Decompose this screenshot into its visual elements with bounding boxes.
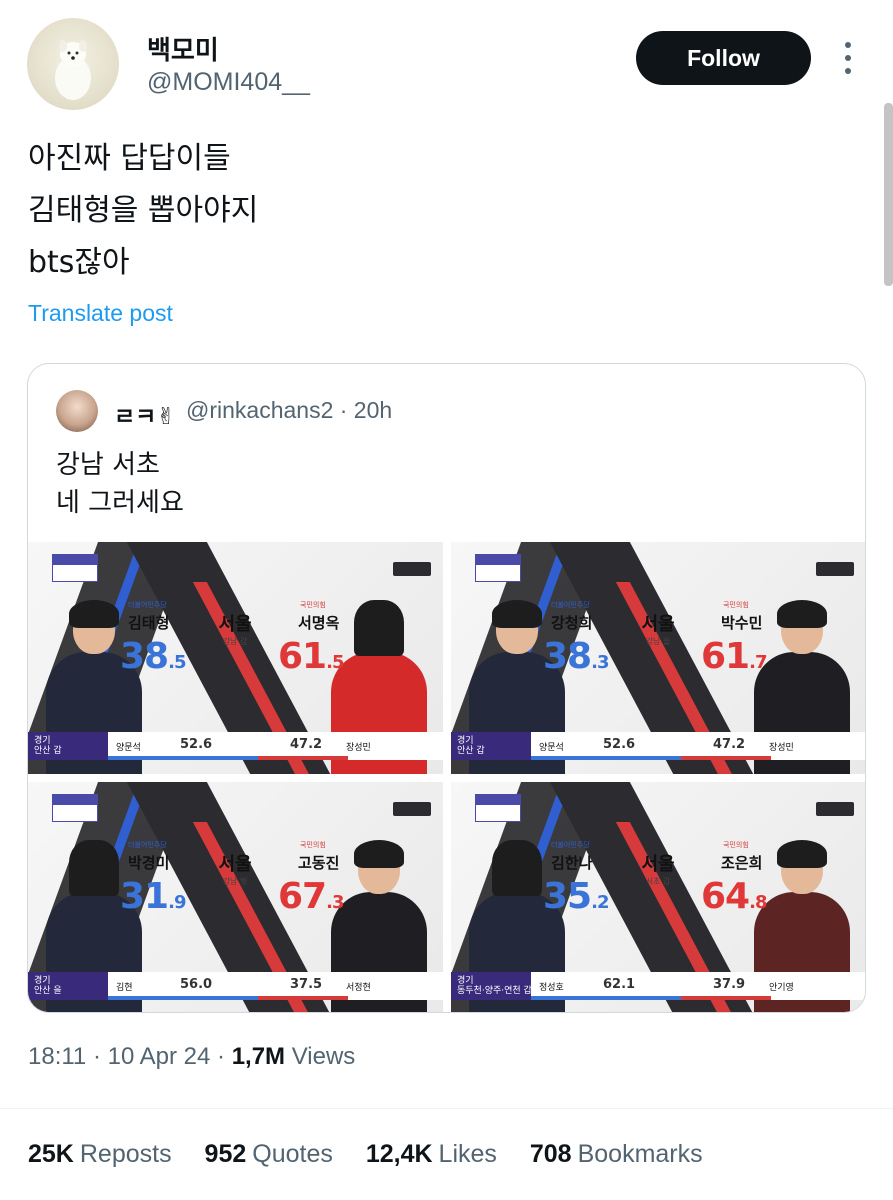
right-party: 국민의힘 bbox=[723, 841, 749, 849]
tweet-line: bts잖아 bbox=[28, 245, 130, 280]
views-count: 1,7M bbox=[231, 1043, 286, 1070]
quote-author-name: ㄹㅋ✌ bbox=[114, 404, 176, 430]
broadcaster-logo bbox=[816, 802, 854, 816]
views-label: Views bbox=[285, 1043, 356, 1070]
tweet-line: 김태형을 뽑아야지 bbox=[28, 193, 259, 228]
left-percentage: 38.3 bbox=[543, 636, 610, 677]
right-candidate-name: 고동진 bbox=[298, 854, 340, 872]
right-percentage: 67.3 bbox=[278, 876, 345, 917]
result-ticker: 경기 안산 갑 양문석 52.6 47.2 장성민 bbox=[451, 732, 865, 760]
tweet-line: 아진짜 답답이들 bbox=[28, 141, 231, 176]
left-party: 더불어민주당 bbox=[128, 601, 167, 609]
tweet-text: 아진짜 답답이들 김태형을 뽑아야지 bts잖아 bbox=[28, 133, 258, 289]
info-box bbox=[52, 554, 98, 582]
broadcaster-logo bbox=[393, 562, 431, 576]
quoted-tweet[interactable]: ㄹㅋ✌ @rinkachans2 · 20h 강남 서초 네 그러세요 더불어민… bbox=[27, 363, 866, 1013]
right-percentage: 61.5 bbox=[278, 636, 345, 677]
district-label: 서울 강남 을 bbox=[641, 614, 675, 646]
district-label: 서울 서초 갑 bbox=[641, 854, 675, 886]
left-candidate-name: 박경미 bbox=[128, 854, 170, 872]
post-timestamp[interactable]: 18:11 · 10 Apr 24 · 1,7M Views bbox=[28, 1043, 355, 1071]
reposts-stat[interactable]: 25K Reposts bbox=[28, 1140, 172, 1169]
quote-line: 강남 서초 bbox=[56, 450, 160, 480]
right-party: 국민의힘 bbox=[723, 601, 749, 609]
author-display-name[interactable]: 백모미 bbox=[147, 30, 219, 67]
left-percentage: 31.9 bbox=[120, 876, 187, 917]
info-box bbox=[475, 794, 521, 822]
right-party: 국민의힘 bbox=[300, 841, 326, 849]
result-ticker: 경기 안산 을 김현 56.0 37.5 서정현 bbox=[28, 972, 443, 1000]
left-party: 더불어민주당 bbox=[551, 601, 590, 609]
broadcaster-logo bbox=[393, 802, 431, 816]
result-ticker: 경기 동두천·양주·연천 갑 정성호 62.1 37.9 안기영 bbox=[451, 972, 865, 1000]
left-candidate-name: 강청희 bbox=[551, 614, 593, 632]
left-candidate-name: 김태형 bbox=[128, 614, 170, 632]
quote-text: 강남 서초 네 그러세요 bbox=[56, 446, 184, 522]
translate-post-link[interactable]: Translate post bbox=[28, 300, 173, 327]
right-party: 국민의힘 bbox=[300, 601, 326, 609]
district-label: 서울 강남 갑 bbox=[218, 614, 252, 646]
quote-handle-time: @rinkachans2 · 20h bbox=[186, 397, 393, 423]
post-time[interactable]: 18:11 · 10 Apr 24 · bbox=[28, 1043, 232, 1070]
media-grid: 더불어민주당 김태형 38.5 서울 강남 갑 국민의힘 서명옥 61.5 경기 안… bbox=[28, 542, 865, 1012]
left-percentage: 35.2 bbox=[543, 876, 610, 917]
quotes-stat[interactable]: 952 Quotes bbox=[205, 1140, 333, 1169]
result-ticker: 경기 안산 갑 양문석 52.6 47.2 장성민 bbox=[28, 732, 443, 760]
right-candidate-name: 조은희 bbox=[721, 854, 763, 872]
scrollbar-thumb[interactable] bbox=[884, 103, 893, 286]
author-avatar[interactable] bbox=[27, 18, 119, 110]
author-handle[interactable]: @MOMI404__ bbox=[147, 68, 310, 97]
engagement-stats: 25K Reposts 952 Quotes 12,4K Likes 708 Bookm… bbox=[28, 1140, 729, 1169]
left-party: 더불어민주당 bbox=[551, 841, 590, 849]
left-percentage: 38.5 bbox=[120, 636, 187, 677]
divider bbox=[0, 1108, 893, 1109]
quote-author-avatar bbox=[56, 390, 98, 432]
likes-stat[interactable]: 12,4K Likes bbox=[366, 1140, 497, 1169]
left-party: 더불어민주당 bbox=[128, 841, 167, 849]
right-percentage: 64.8 bbox=[701, 876, 768, 917]
election-result-image[interactable]: 더불어민주당 김태형 38.5 서울 강남 갑 국민의힘 서명옥 61.5 경기 안… bbox=[28, 542, 443, 774]
follow-button[interactable]: Follow bbox=[636, 31, 811, 85]
info-box bbox=[52, 794, 98, 822]
right-candidate-name: 박수민 bbox=[721, 614, 763, 632]
quote-line: 네 그러세요 bbox=[56, 488, 184, 518]
post-header: 백모미 @MOMI404__ Follow bbox=[0, 0, 893, 120]
bookmarks-stat[interactable]: 708 Bookmarks bbox=[530, 1140, 703, 1169]
district-label: 서울 강남 병 bbox=[218, 854, 252, 886]
right-percentage: 61.7 bbox=[701, 636, 768, 677]
info-box bbox=[475, 554, 521, 582]
broadcaster-logo bbox=[816, 562, 854, 576]
election-result-image[interactable]: 더불어민주당 김한나 35.2 서울 서초 갑 국민의힘 조은희 64.8 경기 동… bbox=[451, 782, 865, 1012]
avatar-dog-image bbox=[55, 40, 91, 100]
right-candidate-name: 서명옥 bbox=[298, 614, 340, 632]
more-options-icon[interactable] bbox=[839, 38, 857, 78]
left-candidate-name: 김한나 bbox=[551, 854, 593, 872]
election-result-image[interactable]: 더불어민주당 박경미 31.9 서울 강남 병 국민의힘 고동진 67.3 경기 안… bbox=[28, 782, 443, 1012]
election-result-image[interactable]: 더불어민주당 강청희 38.3 서울 강남 을 국민의힘 박수민 61.7 경기 안… bbox=[451, 542, 865, 774]
